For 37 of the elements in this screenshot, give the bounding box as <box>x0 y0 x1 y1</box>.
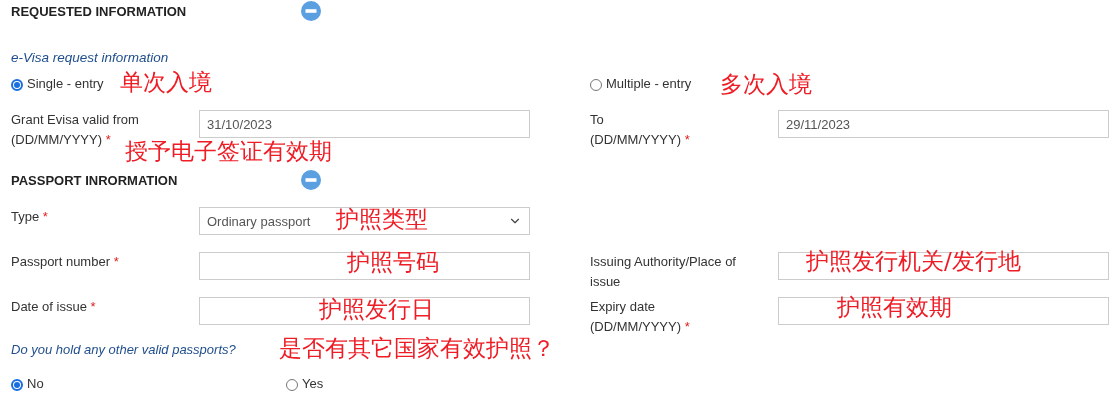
annotation-text: 护照号码 <box>347 250 439 274</box>
date-input[interactable]: 31/10/2023 <box>199 110 530 138</box>
radio-label[interactable]: No <box>27 376 44 391</box>
date-input[interactable] <box>199 297 530 325</box>
required-mark: * <box>42 209 48 224</box>
field-label: Passport number * <box>11 253 120 271</box>
annotation-text: 多次入境 <box>720 72 812 96</box>
required-mark: * <box>113 254 119 269</box>
radio-label[interactable]: Multiple - entry <box>606 76 692 91</box>
date-input[interactable]: 29/11/2023 <box>778 110 1109 138</box>
subsection-title: e-Visa request information <box>11 50 170 67</box>
annotation-text: 单次入境 <box>120 70 212 94</box>
field-label: Expiry date (DD/MM/YYYY) * <box>590 298 691 336</box>
date-input[interactable] <box>778 297 1109 325</box>
field-label: Type * <box>11 208 49 226</box>
required-mark: * <box>684 319 690 334</box>
section-title: PASSPORT INRORMATION <box>11 172 179 188</box>
radio-label[interactable]: Single - entry <box>27 76 104 91</box>
collapse-icon[interactable] <box>301 170 321 190</box>
section-title: REQUESTED INFORMATION <box>11 3 188 19</box>
question-text: Do you hold any other valid passports? <box>11 342 236 357</box>
field-label: Issuing Authority/Place of issue <box>590 253 737 291</box>
annotation-text: 护照发行机关/发行地 <box>806 249 1021 273</box>
annotation-text: 护照发行日 <box>319 297 434 321</box>
annotation-text: 护照有效期 <box>837 295 952 319</box>
radio-button[interactable] <box>11 379 23 391</box>
field-label: Date of issue * <box>11 298 97 316</box>
required-mark: * <box>90 299 96 314</box>
collapse-icon[interactable] <box>301 1 321 21</box>
required-mark: * <box>684 132 690 147</box>
annotation-text: 护照类型 <box>336 207 428 231</box>
annotation-text: 是否有其它国家有效护照？ <box>279 336 555 360</box>
required-mark: * <box>105 132 111 147</box>
field-label: To (DD/MM/YYYY) * <box>590 111 691 149</box>
radio-label[interactable]: Yes <box>302 376 324 391</box>
radio-button[interactable] <box>11 79 23 91</box>
text-input[interactable] <box>199 252 530 280</box>
